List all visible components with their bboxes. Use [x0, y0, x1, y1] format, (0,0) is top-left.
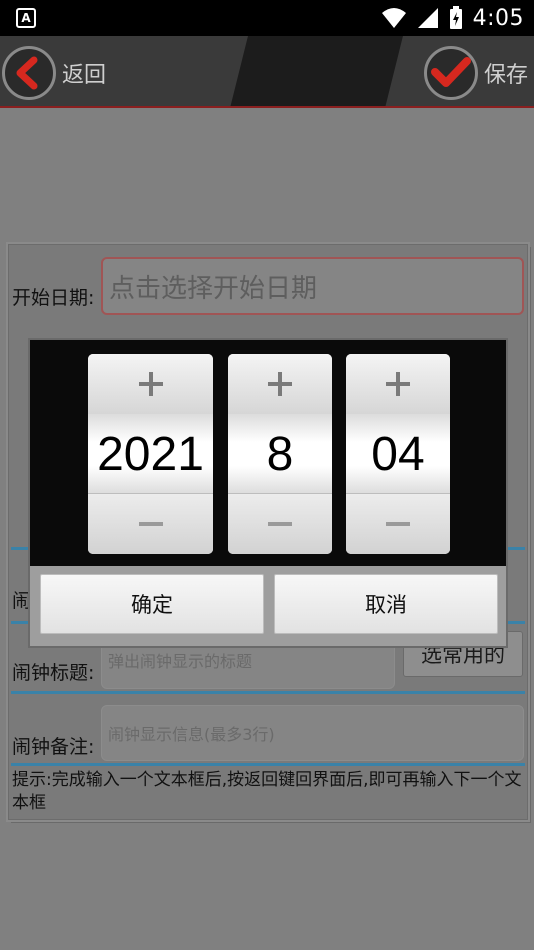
confirm-button[interactable]: 确定	[40, 574, 264, 634]
alarm-note-placeholder: 闹钟显示信息(最多3行)	[108, 725, 275, 744]
start-date-field[interactable]: 点击选择开始日期	[101, 257, 524, 315]
month-decrement-button[interactable]	[228, 493, 332, 554]
dialog-button-bar: 确定 取消	[30, 566, 506, 646]
clock: 4:05	[472, 5, 524, 31]
save-label: 保存	[483, 63, 528, 88]
start-date-placeholder: 点击选择开始日期	[109, 273, 318, 304]
year-decrement-button[interactable]	[88, 493, 213, 554]
day-value[interactable]: 04	[346, 414, 450, 494]
plus-icon	[138, 372, 163, 396]
app-notification-icon: A	[16, 8, 36, 28]
day-increment-button[interactable]	[346, 354, 450, 415]
plus-icon	[268, 372, 292, 396]
month-increment-button[interactable]	[228, 354, 332, 415]
year-spinner: 2021	[88, 354, 213, 554]
status-bar: A 4:05	[0, 0, 534, 36]
month-spinner: 8	[228, 354, 332, 554]
back-arrow-icon	[16, 56, 38, 90]
alarm-title-placeholder: 弹出闹钟显示的标题	[108, 652, 253, 671]
divider	[11, 691, 525, 694]
checkmark-icon	[430, 57, 471, 87]
save-circle	[423, 46, 478, 100]
status-icons: 4:05	[381, 4, 524, 32]
alarm-note-label: 闹钟备注:	[12, 736, 95, 758]
date-picker-dialog: 2021 8 04 确定 取消	[28, 338, 508, 648]
battery-charging-icon	[449, 6, 462, 29]
year-increment-button[interactable]	[88, 354, 213, 415]
back-label: 返回	[62, 63, 107, 88]
minus-icon	[138, 522, 163, 526]
year-value[interactable]: 2021	[88, 414, 213, 494]
alarm-note-field[interactable]: 闹钟显示信息(最多3行)	[101, 705, 524, 761]
divider	[11, 763, 525, 766]
plus-icon	[386, 372, 410, 396]
back-button[interactable]: 返回	[2, 44, 106, 102]
back-circle	[2, 46, 56, 100]
title-bar: 返回 保存	[0, 36, 534, 108]
day-decrement-button[interactable]	[346, 493, 450, 554]
minus-icon	[386, 522, 410, 526]
minus-icon	[268, 522, 292, 526]
start-date-label: 开始日期:	[12, 287, 95, 309]
tip-text: 提示:完成输入一个文本框后,按返回键回界面后,即可再输入下一个文本框	[12, 770, 522, 813]
day-spinner: 04	[346, 354, 450, 554]
month-value[interactable]: 8	[228, 414, 332, 494]
cell-signal-icon	[417, 8, 438, 28]
wifi-icon	[381, 8, 406, 28]
save-button[interactable]: 保存	[423, 44, 528, 102]
cancel-button[interactable]: 取消	[274, 574, 498, 634]
alarm-title-label: 闹钟标题:	[12, 662, 95, 684]
